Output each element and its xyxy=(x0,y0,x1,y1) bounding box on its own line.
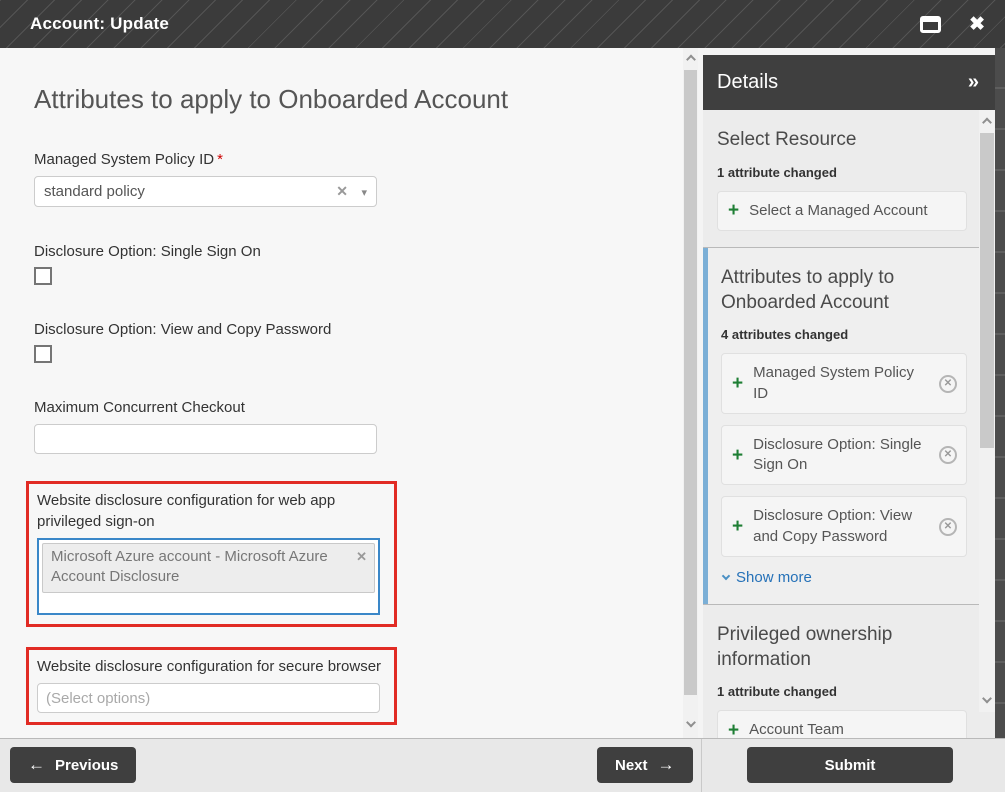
attribute-card-account-team[interactable]: + Account Team xyxy=(717,710,967,738)
chevron-down-icon xyxy=(722,572,730,580)
attributes-changed-count: 1 attribute changed xyxy=(717,684,967,699)
secure-browser-label: Website disclosure configuration for sec… xyxy=(37,656,387,677)
web-app-label: Website disclosure configuration for web… xyxy=(37,490,387,532)
max-checkout-label: Maximum Concurrent Checkout xyxy=(34,397,683,418)
scroll-up-icon[interactable] xyxy=(982,118,992,128)
background-page-edge xyxy=(995,48,1005,738)
sso-checkbox[interactable] xyxy=(34,267,52,285)
secure-browser-highlight-box: Website disclosure configuration for sec… xyxy=(26,647,397,725)
details-title: Details xyxy=(717,71,778,94)
view-copy-checkbox[interactable] xyxy=(34,345,52,363)
previous-button-label: Previous xyxy=(55,757,118,774)
scrollbar-thumb[interactable] xyxy=(684,70,697,695)
scroll-up-icon[interactable] xyxy=(686,55,696,65)
chevron-down-icon[interactable]: ▾ xyxy=(361,186,367,199)
details-header: Details » xyxy=(703,55,995,110)
policy-selected-value: standard policy xyxy=(44,183,145,200)
chip-remove-icon[interactable]: ✕ xyxy=(356,548,367,566)
attributes-changed-count: 1 attribute changed xyxy=(717,165,967,180)
arrow-right-icon: → xyxy=(658,755,675,775)
footer-divider xyxy=(701,739,702,792)
web-app-highlight-box: Website disclosure configuration for web… xyxy=(26,481,397,627)
attribute-card-label: Disclosure Option: View and Copy Passwor… xyxy=(753,506,932,547)
chip-label: Microsoft Azure account - Microsoft Azur… xyxy=(51,548,328,585)
dialog-title: Account: Update xyxy=(30,14,169,34)
footer-bar: ← Previous Next → Submit xyxy=(0,738,1005,792)
remove-attribute-icon[interactable]: ✕ xyxy=(939,518,957,536)
details-scrollbar[interactable] xyxy=(979,110,995,712)
arrow-left-icon: ← xyxy=(28,755,45,775)
plus-icon: + xyxy=(728,202,739,219)
next-button[interactable]: Next → xyxy=(597,747,693,783)
attribute-card-label: Account Team xyxy=(749,720,844,738)
details-section-select-resource: Select Resource 1 attribute changed + Se… xyxy=(703,110,979,247)
attribute-card-view-copy[interactable]: + Disclosure Option: View and Copy Passw… xyxy=(721,496,967,557)
details-body: Select Resource 1 attribute changed + Se… xyxy=(703,110,979,738)
details-section-attributes: Attributes to apply to Onboarded Account… xyxy=(703,248,979,604)
selected-option-chip: Microsoft Azure account - Microsoft Azur… xyxy=(42,543,375,593)
clear-selection-icon[interactable]: ✕ xyxy=(336,183,348,200)
scroll-down-icon[interactable] xyxy=(686,718,696,728)
remove-attribute-icon[interactable]: ✕ xyxy=(939,446,957,464)
submit-button-label: Submit xyxy=(825,757,876,774)
show-more-link[interactable]: Show more xyxy=(723,569,967,586)
scrollbar-thumb[interactable] xyxy=(980,133,994,448)
section-heading: Privileged ownership information xyxy=(717,623,967,672)
web-app-multiselect[interactable]: Microsoft Azure account - Microsoft Azur… xyxy=(37,538,380,615)
sso-label: Disclosure Option: Single Sign On xyxy=(34,241,683,262)
policy-label: Managed System Policy ID* xyxy=(34,149,683,170)
policy-label-text: Managed System Policy ID xyxy=(34,151,214,168)
page-title: Attributes to apply to Onboarded Account xyxy=(34,84,683,115)
required-asterisk: * xyxy=(217,151,223,168)
show-more-label: Show more xyxy=(736,569,812,586)
attribute-card-label: Select a Managed Account xyxy=(749,201,927,221)
account-update-dialog: Account: Update ✖ Attributes to apply to… xyxy=(0,0,1005,792)
attribute-card-sso[interactable]: + Disclosure Option: Single Sign On ✕ xyxy=(721,425,967,486)
attributes-changed-count: 4 attributes changed xyxy=(721,327,967,342)
previous-button[interactable]: ← Previous xyxy=(10,747,136,783)
next-button-label: Next xyxy=(615,757,648,774)
details-panel: Details » Select Resource 1 attribute ch… xyxy=(703,55,995,738)
remove-attribute-icon[interactable]: ✕ xyxy=(939,375,957,393)
form-pane: Attributes to apply to Onboarded Account… xyxy=(0,48,683,738)
plus-icon: + xyxy=(732,375,743,392)
attribute-card-label: Disclosure Option: Single Sign On xyxy=(753,435,932,476)
attribute-card-select-managed-account[interactable]: + Select a Managed Account xyxy=(717,191,967,231)
submit-button[interactable]: Submit xyxy=(747,747,953,783)
form-scrollbar[interactable] xyxy=(683,48,698,738)
section-heading: Select Resource xyxy=(717,128,967,153)
plus-icon: + xyxy=(732,447,743,464)
maximize-icon[interactable] xyxy=(920,16,941,33)
section-heading: Attributes to apply to Onboarded Account xyxy=(721,266,967,315)
dialog-titlebar: Account: Update ✖ xyxy=(0,0,1005,48)
details-section-privileged-ownership: Privileged ownership information 1 attri… xyxy=(703,605,979,738)
plus-icon: + xyxy=(732,518,743,535)
secure-browser-input[interactable] xyxy=(37,683,380,713)
policy-combobox[interactable]: standard policy ✕ ▾ xyxy=(34,176,377,207)
plus-icon: + xyxy=(728,722,739,738)
attribute-card-policy-id[interactable]: + Managed System Policy ID ✕ xyxy=(721,353,967,414)
attribute-card-label: Managed System Policy ID xyxy=(753,363,932,404)
max-checkout-input[interactable] xyxy=(34,424,377,454)
close-icon[interactable]: ✖ xyxy=(969,15,985,34)
window-controls: ✖ xyxy=(920,15,985,34)
collapse-panel-icon[interactable]: » xyxy=(968,71,979,94)
view-copy-label: Disclosure Option: View and Copy Passwor… xyxy=(34,319,683,340)
scroll-down-icon[interactable] xyxy=(982,694,992,704)
